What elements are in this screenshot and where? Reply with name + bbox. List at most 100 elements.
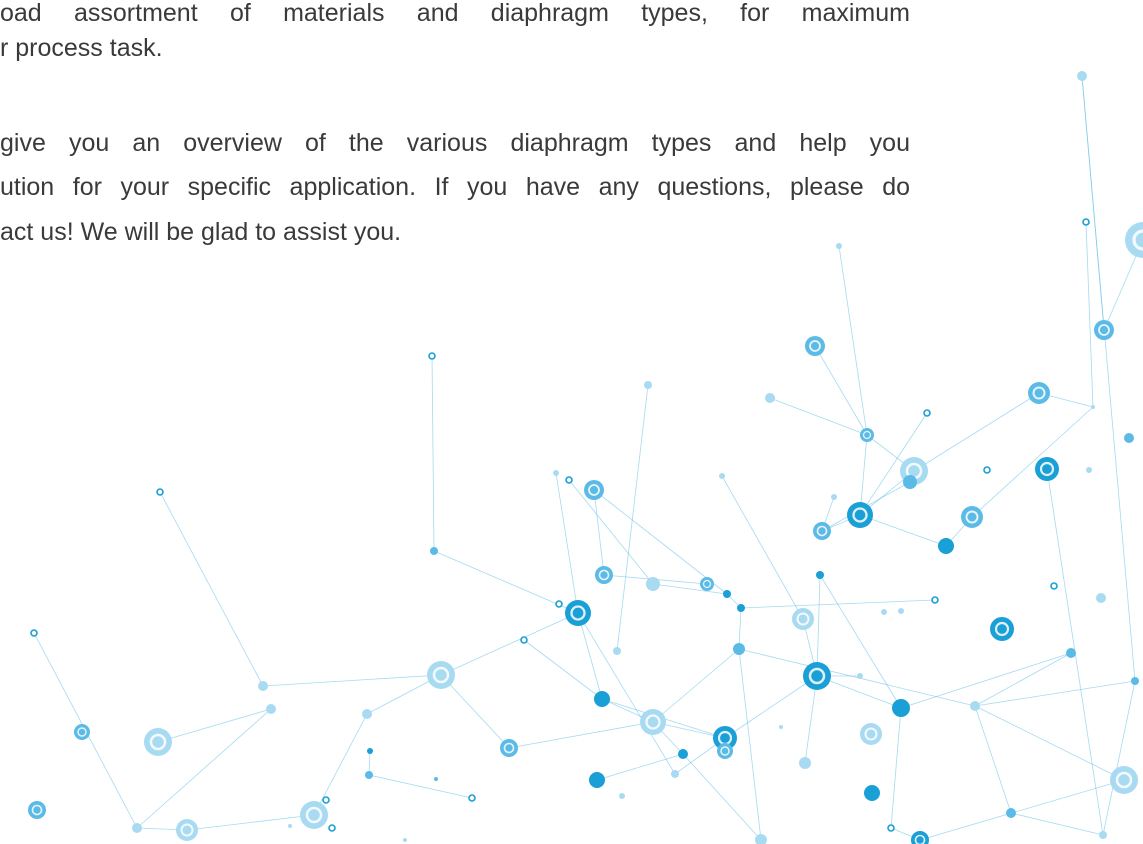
network-node [646,577,660,591]
network-edge [919,779,1125,841]
network-node [365,771,373,779]
network-edge [1085,221,1094,408]
network-node [1091,405,1095,409]
network-node [887,824,895,832]
network-node [1028,382,1050,404]
network-edge [913,392,1040,472]
network-node [717,743,733,759]
network-node [671,770,679,778]
network-node [970,701,980,711]
network-edge [431,355,435,552]
network-node [911,831,929,844]
network-edge [186,814,315,831]
network-edge [721,475,804,620]
network-node [1050,582,1058,590]
network-node [892,699,910,717]
network-node [723,590,731,598]
network-node [779,725,783,729]
network-node [258,681,268,691]
text-line: r process task. [0,34,163,62]
network-node [799,757,811,769]
network-node [613,647,621,655]
network-node [555,600,563,608]
network-node [678,749,688,759]
network-node [816,571,824,579]
network-node [1082,218,1090,226]
network-node [860,428,874,442]
network-node [836,243,842,249]
text-line: act us! We will be glad to assist you. [0,218,402,246]
network-node [1066,648,1076,658]
network-edge [577,612,676,775]
page: oad assortment of materials and diaphrag… [0,0,1143,844]
network-node [1086,467,1092,473]
network-edge [555,472,579,614]
network-node [813,522,831,540]
network-edge [738,648,976,707]
text-line: ution for your specific application. If … [0,173,910,201]
network-node [1131,677,1139,685]
network-edge [440,674,510,749]
network-node [266,704,276,714]
network-edge [819,574,902,709]
network-node [803,662,831,690]
network-node [288,824,292,828]
network-edge [157,708,272,743]
network-edge [838,245,868,436]
network-edge [974,705,1012,814]
network-edge [724,675,818,739]
network-node [428,352,436,360]
network-node [831,494,837,500]
network-node [595,566,613,584]
network-edge [596,753,684,781]
network-edge [974,680,1136,707]
network-node [322,796,330,804]
network-edge [738,607,742,650]
network-node [792,608,814,630]
network-node [1125,222,1143,258]
text-line: give you an overview of the various diap… [0,129,910,157]
network-edge [814,345,868,436]
network-node [156,488,164,496]
network-edge [769,397,868,436]
network-node [640,709,666,735]
network-node [847,502,873,528]
network-node [565,476,573,484]
network-node [938,538,954,554]
network-node [367,748,373,754]
network-node [1096,593,1106,603]
network-edge [523,639,603,700]
network-node [1094,320,1114,340]
network-node [520,636,528,644]
network-edge [593,489,605,576]
network-node [594,691,610,707]
network-edge [816,574,821,677]
network-node [430,547,438,555]
network-node [805,336,825,356]
network-node [328,824,336,832]
network-edge [136,708,272,829]
network-edge [682,753,762,841]
network-node [468,794,476,802]
network-edge [368,774,473,799]
network-node [500,739,518,757]
network-edge [1081,75,1105,331]
network-node [719,473,725,479]
network-edge [616,384,649,652]
network-node [300,801,328,829]
network-node [903,475,917,489]
network-node [983,466,991,474]
network-node [700,577,714,591]
network-node [1124,433,1134,443]
network-node [898,608,904,614]
network-node [1035,457,1059,481]
network-node [28,801,46,819]
network-node [584,480,604,500]
network-edge [652,648,740,723]
network-node [74,724,90,740]
network-node [30,629,38,637]
network-node [176,819,198,841]
network-node [362,709,372,719]
text-line: oad assortment of materials and diaphrag… [0,0,910,27]
network-node [434,777,438,781]
